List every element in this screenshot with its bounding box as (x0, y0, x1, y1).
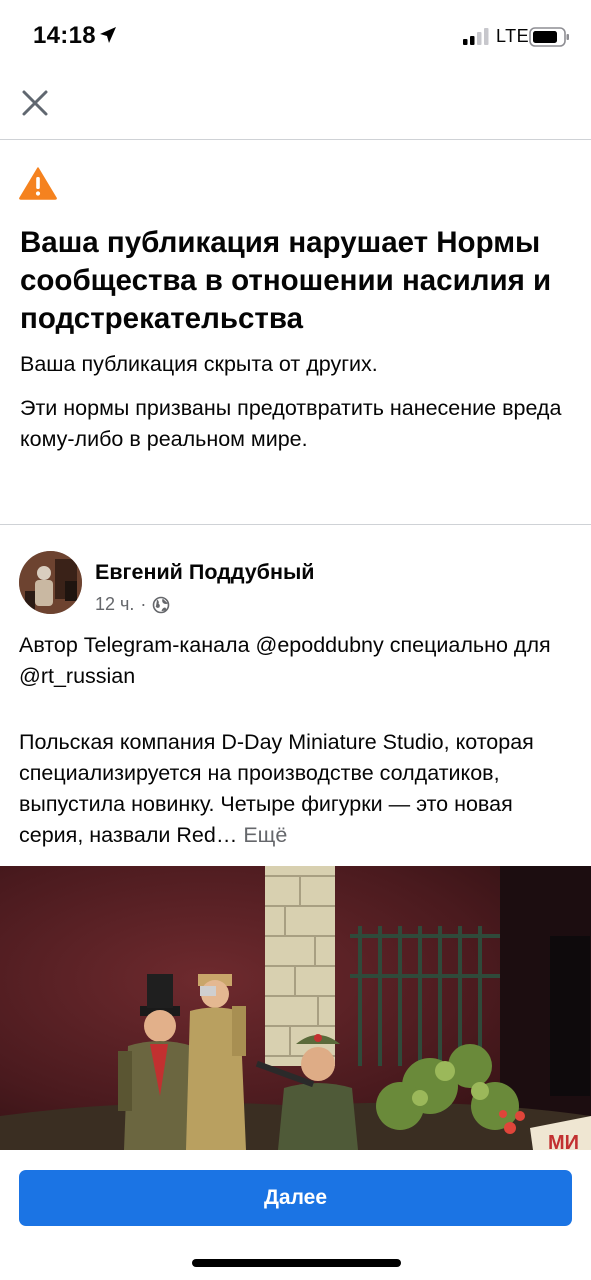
globe-icon (153, 596, 170, 613)
warning-title: Ваша публикация нарушает Нормы сообществ… (20, 226, 552, 335)
location-arrow-icon (100, 27, 116, 43)
post-author[interactable]: Евгений Поддубный (95, 560, 315, 585)
avatar[interactable] (19, 551, 82, 614)
image-sign-text: МИ (548, 1132, 579, 1150)
signal-icon (463, 28, 489, 45)
home-indicator (192, 1259, 401, 1267)
warning-explanation: Эти нормы призваны предотвратить нанесен… (20, 396, 562, 451)
post-image[interactable]: МИ (0, 866, 591, 1150)
see-more-link[interactable]: Ещё (243, 823, 287, 847)
close-icon[interactable] (18, 86, 52, 120)
meta-separator: · (140, 594, 147, 614)
avatar-image (19, 551, 82, 614)
battery-icon (529, 27, 569, 47)
post-text-intro: Автор Telegram-канала @epoddubny специал… (19, 633, 551, 688)
warning-hidden-text: Ваша публикация скрыта от других. (20, 352, 378, 376)
post-time[interactable]: 12 ч. (95, 594, 134, 615)
post-header: Евгений Поддубный 12 ч. · (0, 548, 591, 620)
next-button[interactable]: Далее (19, 1170, 572, 1226)
post-text-body: Польская компания D-Day Miniature Studio… (19, 727, 579, 851)
warning-triangle-icon (19, 167, 57, 200)
post-meta: 12 ч. · (95, 594, 170, 615)
top-bar (0, 72, 591, 140)
miniature-figures-photo: МИ (0, 866, 591, 1150)
screen: 14:18 LTE Ваша публикация нарушает Нормы… (0, 0, 591, 1280)
bottom-bar: Далее (0, 1150, 591, 1280)
network-label: LTE (496, 26, 530, 46)
violation-warning: Ваша публикация нарушает Нормы сообществ… (0, 140, 591, 525)
status-time: 14:18 (33, 22, 96, 49)
status-bar: 14:18 LTE (0, 0, 591, 72)
